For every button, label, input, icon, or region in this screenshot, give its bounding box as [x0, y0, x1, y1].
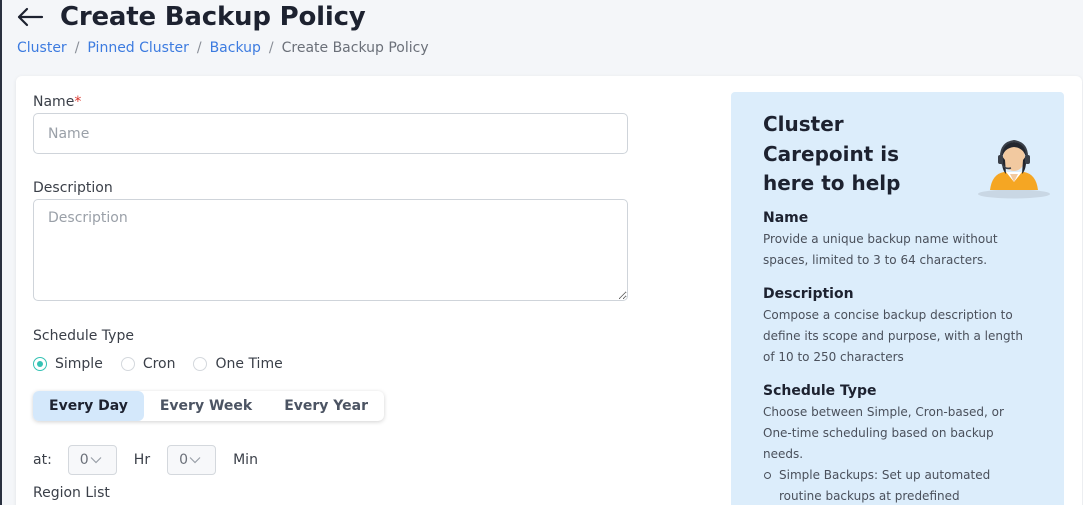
at-label: at: [33, 452, 52, 468]
help-panel: Cluster Carepoint is here to help Name P… [731, 92, 1064, 505]
name-label-text: Name [33, 94, 75, 110]
schedule-type-radio-group: Simple Cron One Time [33, 356, 301, 372]
window-left-edge [0, 0, 2, 505]
minute-unit-label: Min [233, 452, 258, 468]
page-header: Create Backup Policy [16, 2, 366, 32]
required-mark: * [74, 94, 82, 110]
help-heading-name: Name [763, 209, 809, 226]
support-agent-icon [976, 138, 1052, 200]
minute-value: 0 [179, 452, 189, 468]
schedule-type-cron[interactable]: Cron [120, 356, 176, 372]
radio-checked-icon [33, 357, 47, 371]
radio-unchecked-icon [120, 357, 135, 371]
breadcrumb-separator: / [268, 40, 274, 56]
help-bullet-list: Simple Backups: Set up automated routine… [763, 465, 1032, 505]
back-arrow-icon[interactable] [16, 2, 46, 32]
schedule-type-simple[interactable]: Simple [33, 356, 103, 372]
breadcrumb-backup[interactable]: Backup [210, 40, 261, 56]
schedule-type-one-time-label: One Time [215, 356, 283, 372]
description-label: Description [33, 180, 113, 196]
frequency-every-day[interactable]: Every Day [33, 391, 144, 421]
region-list-label: Region List [33, 485, 110, 501]
minute-select[interactable]: 0 [167, 445, 217, 475]
chevron-down-icon [90, 456, 102, 464]
help-text-schedule-type: Choose between Simple, Cron-based, or On… [763, 404, 1004, 461]
hour-value: 0 [79, 452, 89, 468]
frequency-every-week[interactable]: Every Week [144, 391, 268, 421]
schedule-type-one-time[interactable]: One Time [193, 356, 283, 372]
list-item: Simple Backups: Set up automated routine… [764, 465, 1019, 505]
breadcrumb-current: Create Backup Policy [281, 40, 429, 56]
help-title: Cluster Carepoint is here to help [763, 112, 901, 195]
radio-unchecked-icon [193, 357, 208, 371]
name-input[interactable] [33, 113, 628, 154]
hour-unit-label: Hr [133, 452, 151, 468]
hour-select[interactable]: 0 [67, 445, 117, 475]
breadcrumb-pinned-cluster[interactable]: Pinned Cluster [87, 40, 188, 56]
help-heading-schedule-type: Schedule Type [763, 382, 877, 399]
name-label: Name* [33, 94, 81, 110]
description-textarea[interactable] [33, 199, 628, 301]
backup-policy-form-card: Name* Description Schedule Type Simple C… [16, 76, 1082, 505]
frequency-segmented-control: Every Day Every Week Every Year [33, 391, 384, 421]
breadcrumb-cluster[interactable]: Cluster [17, 40, 67, 56]
schedule-type-cron-label: Cron [142, 356, 176, 372]
schedule-type-simple-label: Simple [55, 356, 103, 372]
page-title: Create Backup Policy [60, 2, 366, 32]
schedule-type-label: Schedule Type [33, 328, 134, 344]
breadcrumb-separator: / [74, 40, 80, 56]
chevron-down-icon [189, 456, 201, 464]
time-row: at: 0 Hr 0 Min [33, 445, 258, 475]
help-text-description: Compose a concise backup description to … [763, 307, 1023, 364]
help-heading-description: Description [763, 285, 854, 302]
breadcrumb: Cluster / Pinned Cluster / Backup / Crea… [17, 40, 429, 56]
help-text-name: Provide a unique backup name without spa… [763, 231, 998, 267]
frequency-every-year[interactable]: Every Year [268, 391, 384, 421]
breadcrumb-separator: / [196, 40, 202, 56]
